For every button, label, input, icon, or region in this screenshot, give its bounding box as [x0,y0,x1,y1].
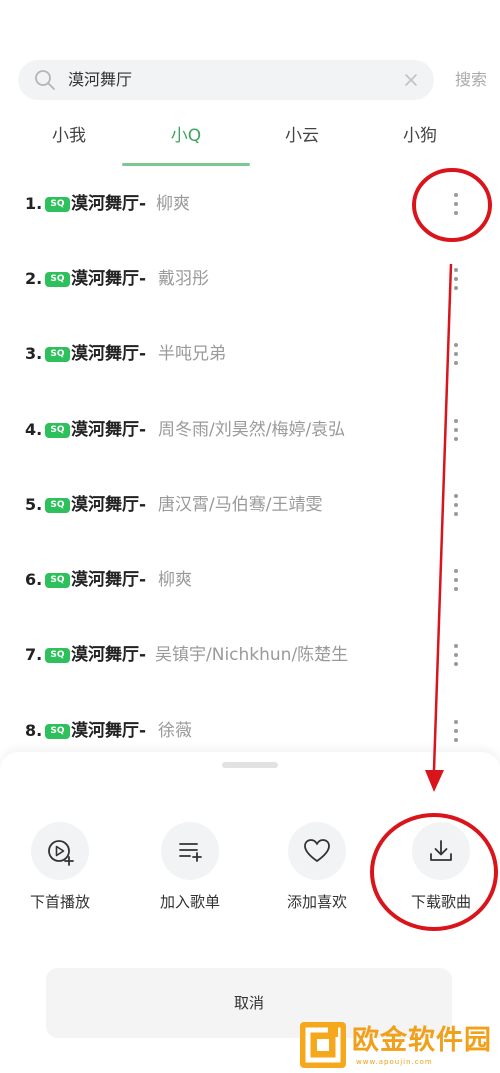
search-input[interactable]: 漠河舞厅 [68,69,132,91]
tab-xiaogou[interactable]: 小狗 [380,124,460,148]
song-number: 7. [25,645,43,664]
song-number: 1. [25,194,43,213]
sheet-drag-handle[interactable] [222,762,278,768]
sq-badge: SQ [45,573,70,588]
sq-badge: SQ [45,724,70,739]
search-button[interactable]: 搜索 [455,69,487,91]
sq-badge: SQ [45,423,70,438]
more-options-icon[interactable] [445,190,467,218]
song-title: 漠河舞厅- [71,721,147,741]
search-box[interactable]: 漠河舞厅 [18,60,434,100]
song-artist: 周冬雨/刘昊然/梅婷/袁弘 [158,420,346,440]
tab-xiaoyun[interactable]: 小云 [262,124,342,148]
song-number: 5. [25,495,43,514]
watermark-logo: 欧金软件园 www.apoujin.com [300,1022,494,1068]
song-row[interactable]: 5. SQ 漠河舞厅- 唐汉霄/马伯骞/王靖雯 [0,485,500,525]
play-next-button[interactable]: 下首播放 [10,822,110,922]
more-options-icon[interactable] [445,641,467,669]
clear-icon[interactable] [402,71,420,89]
cancel-label: 取消 [233,994,264,1012]
download-icon [430,840,452,861]
song-number: 3. [25,344,43,363]
more-options-icon[interactable] [445,491,467,519]
song-row[interactable]: 8. SQ 漠河舞厅- 徐薇 [0,711,500,751]
sq-badge: SQ [45,197,70,212]
song-artist: 柳爽 [156,194,190,214]
song-row[interactable]: 3. SQ 漠河舞厅- 半吨兄弟 [0,334,500,374]
play-next-label: 下首播放 [29,893,90,911]
watermark-logo-mark [300,1022,346,1068]
add-to-playlist-button[interactable]: 加入歌单 [140,822,240,922]
song-row[interactable]: 6. SQ 漠河舞厅- 柳爽 [0,560,500,600]
add-favorite-button[interactable]: 添加喜欢 [267,822,367,922]
song-row[interactable]: 2. SQ 漠河舞厅- 戴羽彤 [0,259,500,299]
song-title: 漠河舞厅- [71,495,147,515]
more-options-icon[interactable] [445,416,467,444]
song-row[interactable]: 4. SQ 漠河舞厅- 周冬雨/刘昊然/梅婷/袁弘 [0,410,500,450]
download-button[interactable]: 下载歌曲 [391,822,491,922]
tab-xiaowo[interactable]: 小我 [29,124,109,148]
song-title: 漠河舞厅- [71,344,147,364]
song-title: 漠河舞厅- [71,269,147,289]
song-artist: 徐薇 [158,721,192,741]
play-next-icon [48,840,74,866]
download-label: 下载歌曲 [410,893,471,911]
song-row[interactable]: 7. SQ 漠河舞厅- 吴镇宇/Nichkhun/陈楚生 [0,635,500,675]
watermark-name: 欧金软件园 [352,1025,492,1056]
more-options-icon[interactable] [445,340,467,368]
song-artist: 唐汉霄/马伯骞/王靖雯 [158,495,323,515]
song-artist: 半吨兄弟 [158,344,226,364]
song-row[interactable]: 1. SQ 漠河舞厅- 柳爽 [0,184,500,224]
song-artist: 柳爽 [158,570,192,590]
tab-xiaoq[interactable]: 小Q [146,124,226,148]
song-number: 2. [25,269,43,288]
add-to-playlist-label: 加入歌单 [159,893,220,911]
song-artist: 吴镇宇/Nichkhun/陈楚生 [155,645,349,665]
song-number: 8. [25,721,43,740]
song-title: 漠河舞厅- [71,645,147,665]
song-title: 漠河舞厅- [71,570,147,590]
active-tab-indicator [122,163,250,166]
heart-icon [304,839,330,862]
add-to-playlist-icon [179,843,202,862]
search-icon [35,70,55,90]
sq-badge: SQ [45,498,70,513]
sq-badge: SQ [45,272,70,287]
sq-badge: SQ [45,347,70,362]
song-number: 6. [25,570,43,589]
song-number: 4. [25,420,43,439]
song-artist: 戴羽彤 [158,269,209,289]
more-options-icon[interactable] [445,566,467,594]
add-favorite-label: 添加喜欢 [286,893,347,911]
song-title: 漠河舞厅- [71,420,147,440]
watermark-url: www.apoujin.com [356,1058,433,1066]
more-options-icon[interactable] [445,717,467,745]
song-title: 漠河舞厅- [71,194,147,214]
sq-badge: SQ [45,648,70,663]
more-options-icon[interactable] [445,265,467,293]
